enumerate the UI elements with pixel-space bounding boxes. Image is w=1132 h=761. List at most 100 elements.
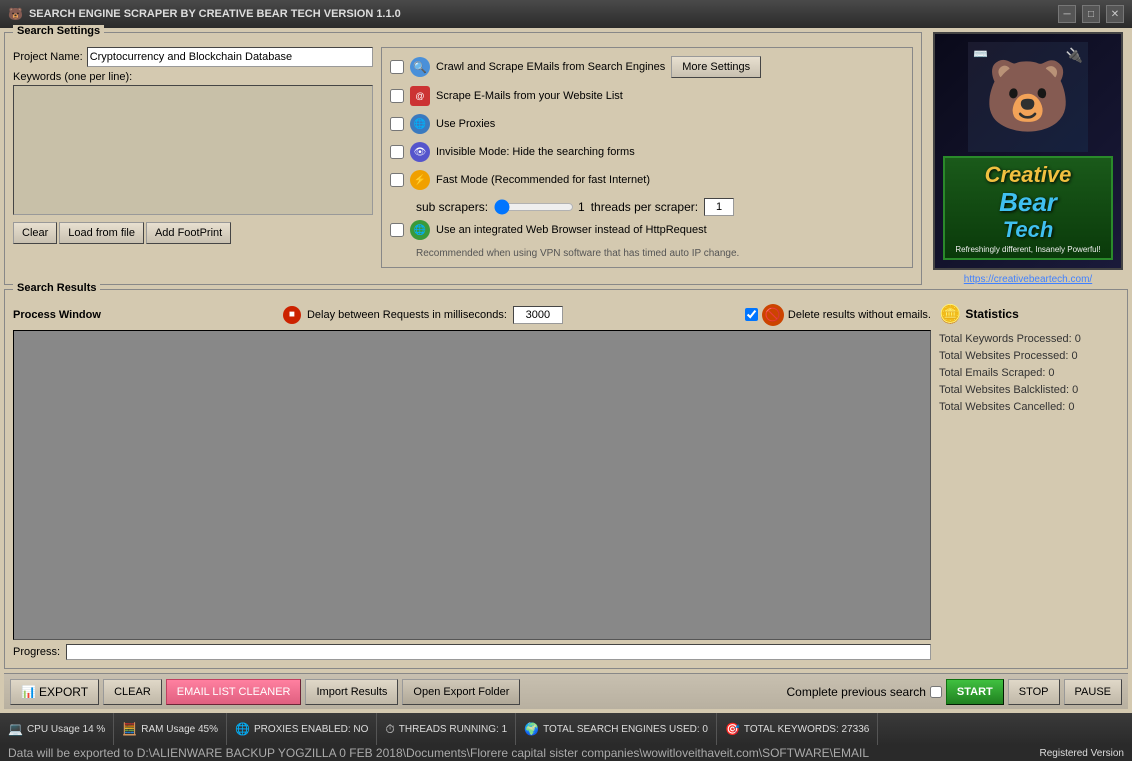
search-results-title: Search Results bbox=[13, 282, 100, 294]
open-export-button[interactable]: Open Export Folder bbox=[402, 679, 520, 705]
cpu-status: 💻 CPU Usage 14 % bbox=[0, 713, 114, 745]
logo-area: 🐻 🔌 ⌨️ Creative Bear Tech Refreshingly d… bbox=[928, 32, 1128, 285]
close-button[interactable]: ✕ bbox=[1106, 5, 1124, 23]
progress-bar-container bbox=[66, 644, 931, 660]
keyboard-icon: ⌨️ bbox=[973, 47, 988, 61]
title-text: SEARCH ENGINE SCRAPER BY CREATIVE BEAR T… bbox=[29, 8, 1052, 20]
project-label: Project Name: bbox=[13, 51, 83, 63]
stat-keywords: Total Keywords Processed: 0 bbox=[939, 333, 1119, 345]
fast-mode-section: ⚡ Fast Mode (Recommended for fast Intern… bbox=[390, 170, 904, 216]
invisible-checkbox[interactable] bbox=[390, 145, 404, 159]
logo-wrapper: 🐻 🔌 ⌨️ Creative Bear Tech Refreshingly d… bbox=[933, 32, 1123, 270]
proxies-status: 🌐 PROXIES ENABLED: NO bbox=[227, 713, 377, 745]
add-footprint-button[interactable]: Add FootPrint bbox=[146, 222, 231, 244]
crawl-label: Crawl and Scrape EMails from Search Engi… bbox=[436, 61, 665, 73]
browser-label: Use an integrated Web Browser instead of… bbox=[436, 224, 707, 236]
more-settings-button[interactable]: More Settings bbox=[671, 56, 761, 78]
logo-creative: Creative bbox=[953, 162, 1103, 188]
keywords-label: Keywords (one per line): bbox=[13, 71, 373, 83]
load-from-file-button[interactable]: Load from file bbox=[59, 222, 144, 244]
invisible-icon: 👁 bbox=[410, 142, 430, 162]
left-settings: Project Name: Keywords (one per line): C… bbox=[13, 47, 373, 268]
process-area: Process Window ■ Delay between Requests … bbox=[13, 304, 931, 660]
delete-hand-icon: 🚫 bbox=[762, 304, 784, 326]
project-input[interactable] bbox=[87, 47, 373, 67]
crawl-icon: 🔍 bbox=[410, 57, 430, 77]
proxies-checkbox[interactable] bbox=[390, 117, 404, 131]
browser-section: 🌐 Use an integrated Web Browser instead … bbox=[390, 220, 904, 259]
fast-mode-label: Fast Mode (Recommended for fast Internet… bbox=[436, 174, 650, 186]
delay-label: Delay between Requests in milliseconds: bbox=[307, 309, 507, 321]
clear-button[interactable]: CLEAR bbox=[103, 679, 162, 705]
start-button[interactable]: START bbox=[946, 679, 1004, 705]
delay-input[interactable] bbox=[513, 306, 563, 324]
statistics-panel: 🪙 Statistics Total Keywords Processed: 0… bbox=[939, 304, 1119, 660]
statusbar-bottom: Data will be exported to D:\ALIENWARE BA… bbox=[0, 745, 1132, 761]
complete-previous-label: Complete previous search bbox=[786, 685, 925, 699]
browser-icon: 🌐 bbox=[410, 220, 430, 240]
keywords-icon: 🎯 bbox=[725, 722, 740, 736]
crawl-checkbox[interactable] bbox=[390, 60, 404, 74]
delete-checkbox[interactable] bbox=[745, 308, 758, 321]
export-icon: 📊 bbox=[21, 685, 36, 699]
bear-image: 🐻 🔌 ⌨️ bbox=[968, 42, 1088, 152]
logo-text-box: Creative Bear Tech Refreshingly differen… bbox=[943, 156, 1113, 260]
cable-icon: 🔌 bbox=[1066, 47, 1083, 64]
proxies-icon: 🌐 bbox=[410, 114, 430, 134]
complete-previous-container: Complete previous search bbox=[786, 685, 941, 699]
complete-previous-checkbox[interactable] bbox=[930, 686, 942, 698]
import-results-button[interactable]: Import Results bbox=[305, 679, 398, 705]
vpn-note: Recommended when using VPN software that… bbox=[416, 248, 904, 259]
threads-input[interactable] bbox=[704, 198, 734, 216]
proxies-label: PROXIES ENABLED: NO bbox=[254, 724, 368, 735]
keywords-textarea[interactable] bbox=[13, 85, 373, 215]
registered-label: Registered Version bbox=[1040, 748, 1125, 759]
minimize-button[interactable]: ─ bbox=[1058, 5, 1076, 23]
invisible-label: Invisible Mode: Hide the searching forms bbox=[436, 146, 635, 158]
threads-icon: ⏱ bbox=[385, 722, 394, 737]
stop-button[interactable]: STOP bbox=[1008, 679, 1060, 705]
engines-label: TOTAL SEARCH ENGINES USED: 0 bbox=[543, 724, 708, 735]
ram-status: 🧮 RAM Usage 45% bbox=[114, 713, 227, 745]
statistics-icon: 🪙 bbox=[939, 304, 961, 325]
results-content: Process Window ■ Delay between Requests … bbox=[13, 304, 1119, 660]
maximize-button[interactable]: □ bbox=[1082, 5, 1100, 23]
stat-blacklisted: Total Websites Balcklisted: 0 bbox=[939, 384, 1119, 396]
main-content: Search Settings Project Name: Keywords (… bbox=[0, 28, 1132, 713]
search-results-panel: Search Results Process Window ■ Delay be… bbox=[4, 289, 1128, 669]
engines-status: 🌍 TOTAL SEARCH ENGINES USED: 0 bbox=[516, 713, 717, 745]
process-textarea[interactable] bbox=[13, 330, 931, 640]
statistics-header: 🪙 Statistics bbox=[939, 304, 1119, 325]
logo-bear: Bear bbox=[953, 188, 1103, 217]
statusbar: 💻 CPU Usage 14 % 🧮 RAM Usage 45% 🌐 PROXI… bbox=[0, 713, 1132, 745]
title-icon: 🐻 bbox=[8, 7, 23, 21]
keywords-label: TOTAL KEYWORDS: 27336 bbox=[744, 724, 869, 735]
results-top-row: Process Window ■ Delay between Requests … bbox=[13, 304, 931, 326]
browser-checkbox[interactable] bbox=[390, 223, 404, 237]
scrape-checkbox[interactable] bbox=[390, 89, 404, 103]
email-cleaner-button[interactable]: EMAIL LIST CLEANER bbox=[166, 679, 302, 705]
export-button[interactable]: 📊 EXPORT bbox=[10, 679, 99, 705]
search-settings-panel: Search Settings Project Name: Keywords (… bbox=[4, 32, 922, 285]
stat-emails: Total Emails Scraped: 0 bbox=[939, 367, 1119, 379]
ram-icon: 🧮 bbox=[122, 722, 137, 736]
titlebar: 🐻 SEARCH ENGINE SCRAPER BY CREATIVE BEAR… bbox=[0, 0, 1132, 28]
threads-label: THREADS RUNNING: 1 bbox=[399, 724, 507, 735]
pause-button[interactable]: PAUSE bbox=[1064, 679, 1122, 705]
delay-stop-icon: ■ bbox=[283, 306, 301, 324]
delete-label: Delete results without emails. bbox=[788, 309, 931, 321]
proxies-status-icon: 🌐 bbox=[235, 722, 250, 736]
logo-url-link[interactable]: https://creativebeartech.com/ bbox=[964, 274, 1092, 285]
process-window-label: Process Window bbox=[13, 309, 101, 321]
engines-icon: 🌍 bbox=[524, 722, 539, 736]
proxies-label: Use Proxies bbox=[436, 118, 495, 130]
search-settings-title: Search Settings bbox=[13, 25, 104, 37]
scrapers-slider[interactable] bbox=[494, 200, 574, 214]
clear-keywords-button[interactable]: Clear bbox=[13, 222, 57, 244]
delay-row: ■ Delay between Requests in milliseconds… bbox=[283, 306, 563, 324]
scrape-icon: @ bbox=[410, 86, 430, 106]
toolbar: 📊 EXPORT CLEAR EMAIL LIST CLEANER Import… bbox=[4, 673, 1128, 709]
scrape-label: Scrape E-Mails from your Website List bbox=[436, 90, 623, 102]
fast-mode-checkbox[interactable] bbox=[390, 173, 404, 187]
data-path-label: Data will be exported to D:\ALIENWARE BA… bbox=[8, 746, 869, 760]
